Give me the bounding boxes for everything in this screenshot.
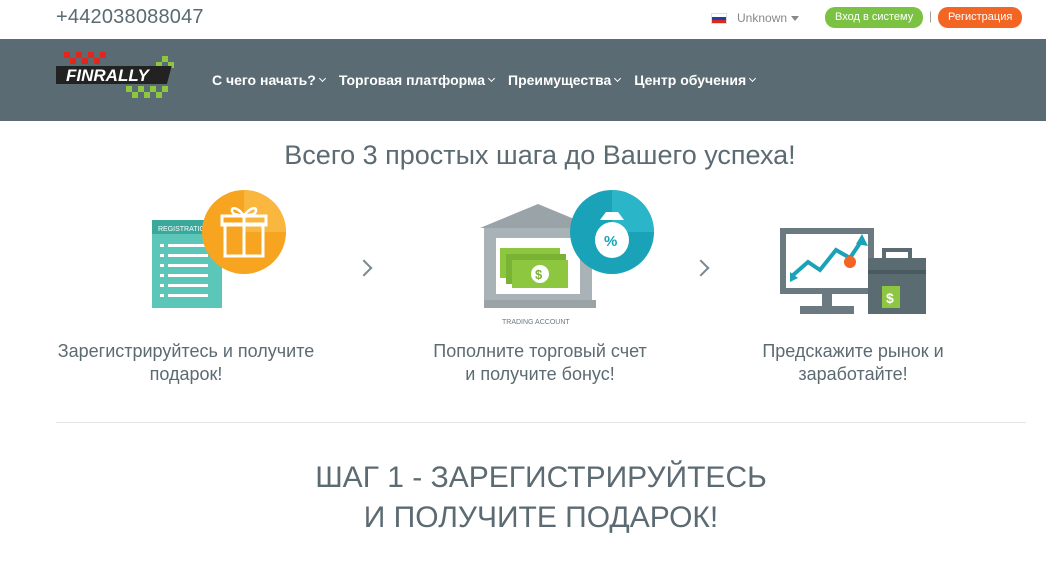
svg-text:$: $ bbox=[535, 267, 543, 282]
chevron-down-icon bbox=[749, 74, 757, 83]
registration-gift-icon: REGISTRATION bbox=[152, 190, 286, 308]
nav-item-getting-started[interactable]: С чего начать? bbox=[212, 72, 326, 88]
section-divider bbox=[56, 422, 1026, 423]
nav-label: С чего начать? bbox=[212, 72, 316, 88]
nav-item-advantages[interactable]: Преимущества bbox=[508, 72, 622, 88]
nav-item-trading-platform[interactable]: Торговая платформа bbox=[338, 72, 496, 88]
register-button[interactable]: Регистрация bbox=[938, 7, 1023, 28]
top-bar: +442038088047 Unknown Вход в систему | Р… bbox=[0, 0, 1046, 39]
svg-text:%: % bbox=[604, 233, 617, 250]
step-caption-line: подарок! bbox=[149, 364, 223, 384]
caret-down-icon bbox=[791, 15, 800, 21]
nav-item-education-center[interactable]: Центр обучения bbox=[634, 72, 757, 88]
main-navbar: FINRALLY С чего начать? Торговая платфор… bbox=[0, 39, 1046, 121]
chevron-right-icon bbox=[355, 259, 373, 277]
phone-number[interactable]: +442038088047 bbox=[56, 6, 204, 29]
step-caption-3: Предскажите рынок и заработайте! bbox=[713, 340, 993, 386]
nav-label: Преимущества bbox=[508, 72, 612, 88]
chevron-down-icon bbox=[487, 74, 496, 83]
hero-title: Всего 3 простых шага до Вашего успеха! bbox=[284, 140, 796, 170]
separator: | bbox=[929, 9, 933, 23]
step-caption-line: Пополните торговый счет bbox=[433, 341, 647, 361]
nav-label: Центр обучения bbox=[634, 72, 747, 88]
step-caption-line: и получите бонус! bbox=[465, 364, 615, 384]
monitor-chart-briefcase-icon: $ bbox=[780, 228, 926, 314]
step-caption-line: заработайте! bbox=[798, 364, 908, 384]
trading-account-icon: $ TRADING ACCOUNT % bbox=[480, 190, 654, 326]
section-heading-line: ШАГ 1 - ЗАРЕГИСТРИРУЙТЕСЬ bbox=[315, 461, 767, 494]
nav-label: Торговая платформа bbox=[338, 72, 486, 88]
svg-text:$: $ bbox=[886, 290, 894, 306]
chevron-down-icon bbox=[318, 74, 326, 83]
language-label: Unknown bbox=[737, 11, 788, 25]
step-caption-1: Зарегистрируйтесь и получите подарок! bbox=[46, 340, 326, 386]
main-nav: С чего начать? Торговая платформа Преиму… bbox=[212, 72, 769, 88]
step-caption-line: Зарегистрируйтесь и получите bbox=[57, 341, 315, 361]
language-selector[interactable]: Unknown bbox=[711, 11, 800, 25]
svg-text:TRADING ACCOUNT: TRADING ACCOUNT bbox=[502, 319, 570, 326]
step-caption-line: Предскажите рынок и bbox=[762, 341, 944, 361]
chevron-down-icon bbox=[614, 74, 622, 83]
finrally-logo[interactable]: FINRALLY bbox=[56, 50, 180, 100]
chevron-right-icon bbox=[692, 259, 710, 277]
section-heading-line: И ПОЛУЧИТЕ ПОДАРОК! bbox=[363, 501, 719, 534]
login-button[interactable]: Вход в систему bbox=[825, 7, 924, 28]
svg-text:FINRALLY: FINRALLY bbox=[66, 66, 150, 85]
step-caption-2: Пополните торговый счет и получите бонус… bbox=[400, 340, 680, 386]
section-heading: ШАГ 1 - ЗАРЕГИСТРИРУЙТЕСЬ И ПОЛУЧИТЕ ПОД… bbox=[0, 458, 1046, 538]
flag-icon bbox=[711, 12, 727, 24]
